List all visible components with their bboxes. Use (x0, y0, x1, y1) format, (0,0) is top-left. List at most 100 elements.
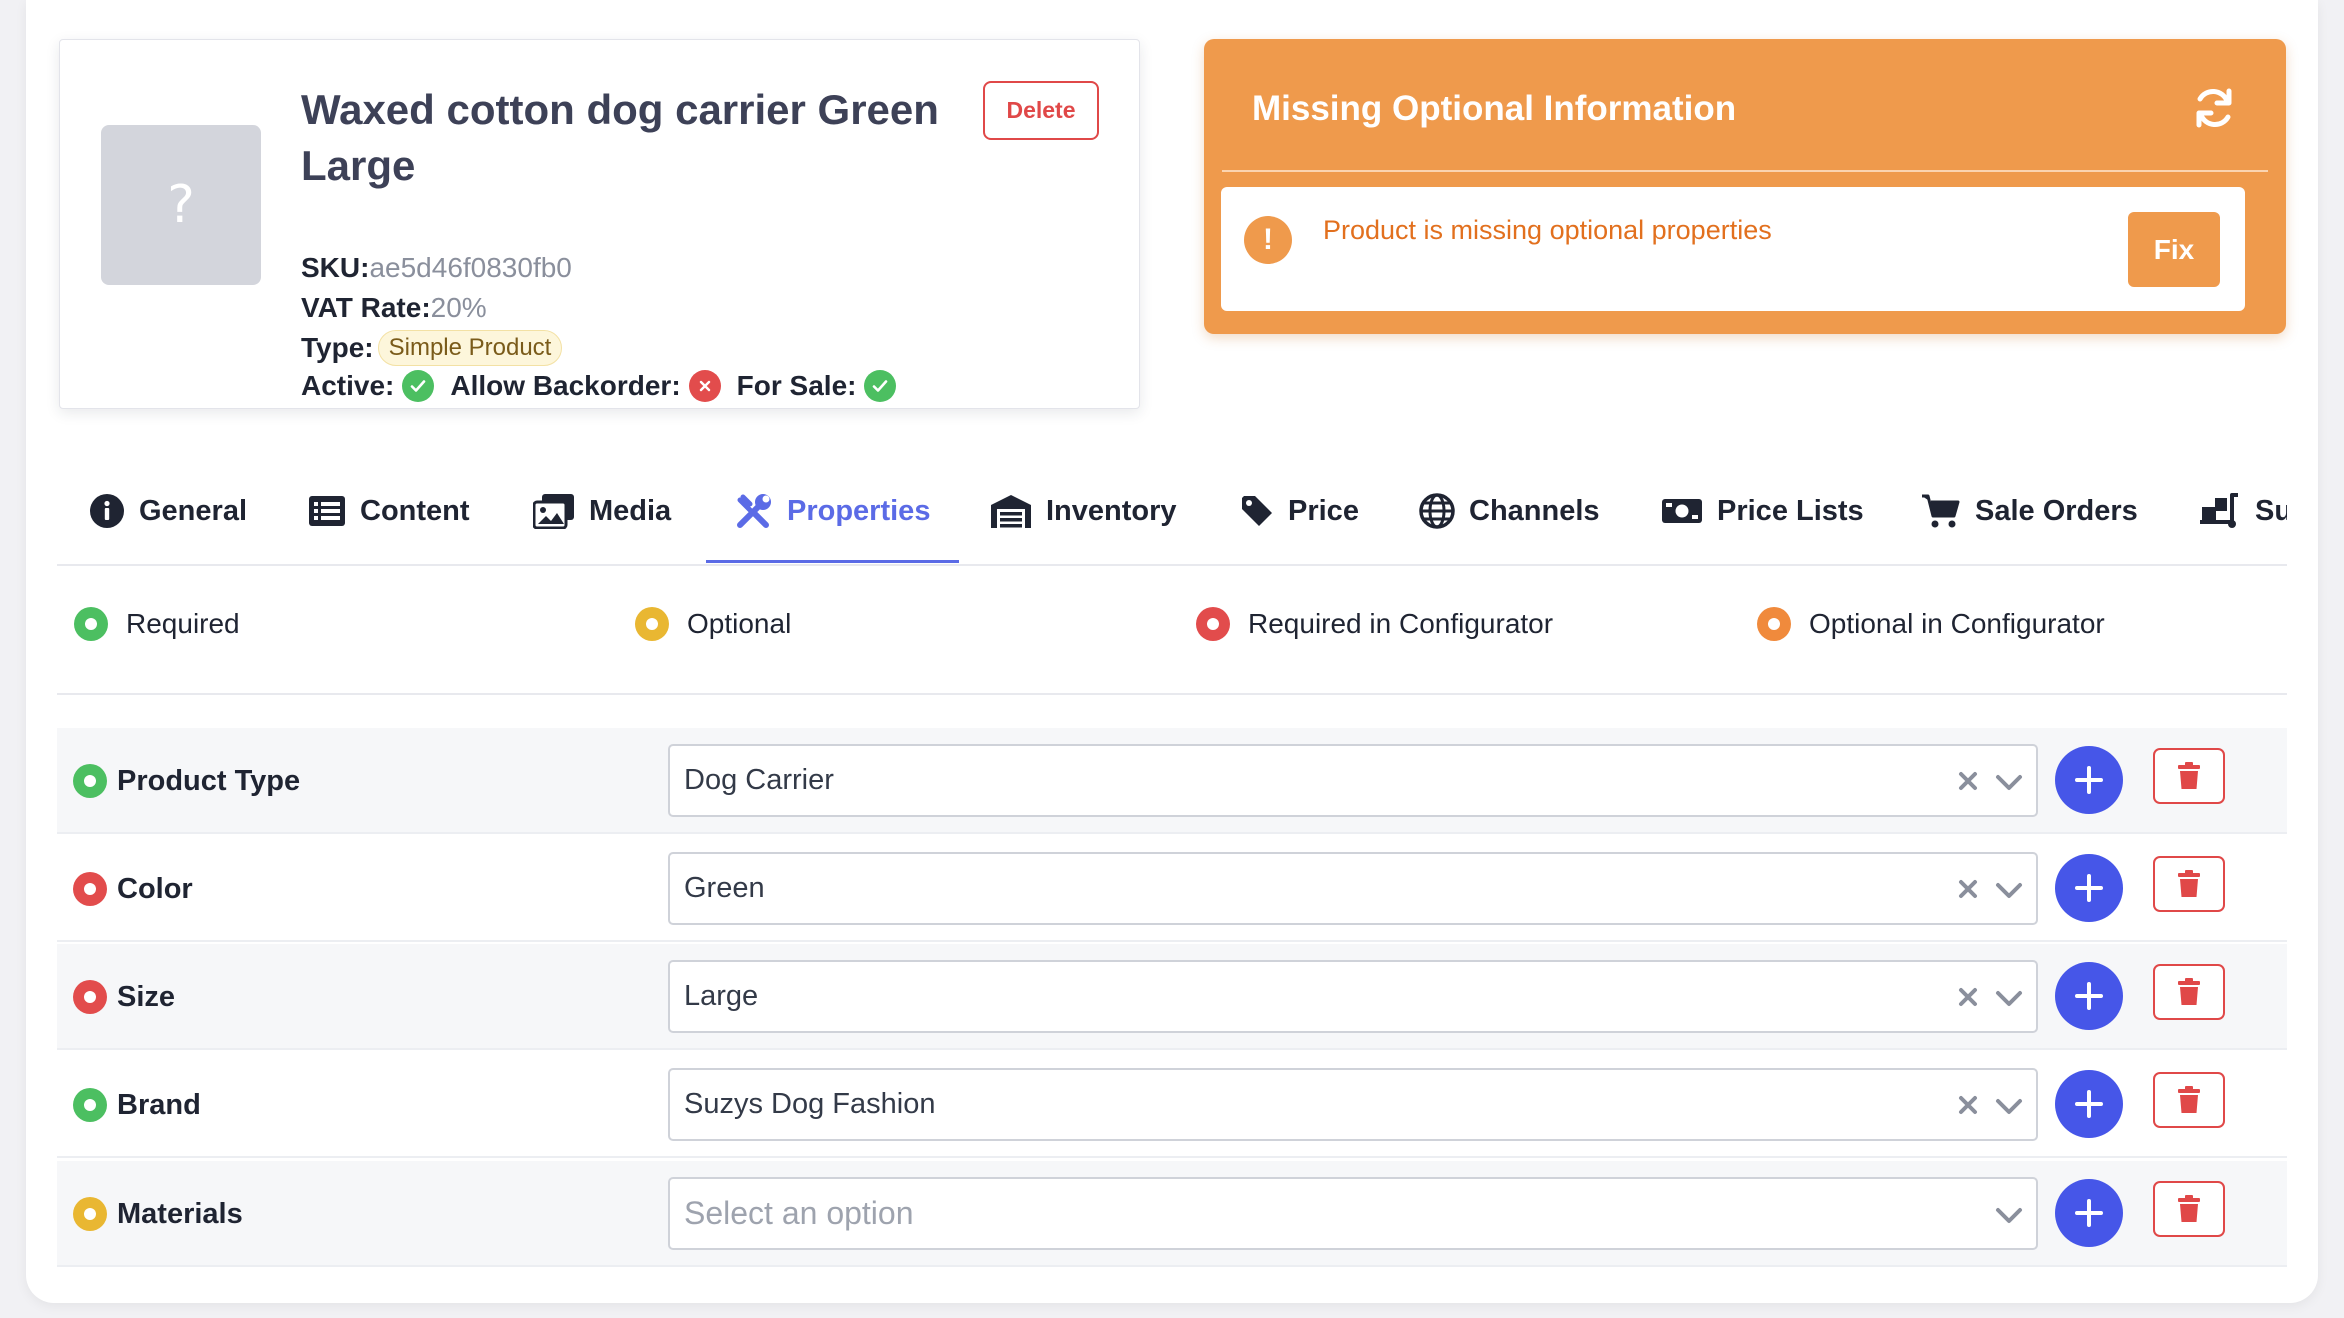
tab-label: Channels (1469, 494, 1600, 527)
color-select[interactable]: Green (668, 852, 2038, 925)
green-dot-icon (73, 764, 107, 798)
trash-icon (2178, 1195, 2200, 1222)
legend-label: Optional in Configurator (1809, 608, 2105, 639)
product-thumbnail-placeholder: ? (101, 125, 261, 285)
brand-select[interactable]: Suzys Dog Fashion (668, 1068, 2038, 1141)
product-summary-card: ? Waxed cotton dog carrier Green Large D… (59, 39, 1140, 409)
globe-icon (1419, 493, 1455, 529)
product-type-select[interactable]: Dog Carrier (668, 744, 2038, 817)
delete-property-button[interactable] (2153, 1181, 2225, 1237)
cart-icon (1922, 494, 1960, 528)
missing-info-panel: Missing Optional Information ! Product i… (1204, 39, 2286, 334)
size-select[interactable]: Large (668, 960, 2038, 1033)
add-value-button[interactable] (2055, 1179, 2123, 1247)
status-flags: Active: Allow Backorder: For Sale: (301, 370, 912, 402)
tab-price[interactable]: Price (1240, 458, 1359, 564)
sku-value: ae5d46f0830fb0 (369, 252, 572, 283)
tab-label: Properties (787, 494, 931, 527)
active-tab-indicator (706, 560, 959, 563)
clear-icon[interactable] (1955, 984, 1981, 1010)
vat-line: VAT Rate: 20% (301, 292, 487, 324)
missing-info-title: Missing Optional Information (1252, 89, 1737, 128)
property-name: Materials (117, 1197, 243, 1230)
property-row-color: Color Green (57, 836, 2287, 942)
property-label: Product Type (73, 728, 300, 834)
property-name: Color (117, 872, 193, 905)
property-label: Brand (73, 1052, 201, 1158)
property-row-product-type: Product Type Dog Carrier (57, 728, 2287, 834)
tab-suppliers[interactable]: Su (2199, 458, 2287, 564)
yellow-dot-icon (73, 1197, 107, 1231)
tab-label: Inventory (1046, 494, 1177, 527)
refresh-icon[interactable] (2189, 83, 2239, 133)
plus-icon (2075, 1090, 2103, 1118)
add-value-button[interactable] (2055, 854, 2123, 922)
property-row-brand: Brand Suzys Dog Fashion (57, 1052, 2287, 1158)
chevron-down-icon[interactable] (1994, 877, 2024, 903)
legend-label: Required in Configurator (1248, 608, 1554, 639)
tab-inventory[interactable]: Inventory (990, 458, 1177, 564)
clear-icon[interactable] (1955, 876, 1981, 902)
add-value-button[interactable] (2055, 1070, 2123, 1138)
delete-property-button[interactable] (2153, 856, 2225, 912)
chevron-down-icon[interactable] (1994, 769, 2024, 795)
property-name: Size (117, 980, 176, 1013)
active-check-icon (402, 370, 435, 402)
add-value-button[interactable] (2055, 962, 2123, 1030)
property-label: Materials (73, 1161, 243, 1267)
type-line: Type: Simple Product (301, 330, 563, 366)
tab-general[interactable]: General (89, 458, 247, 564)
tag-icon (1242, 496, 1272, 526)
tab-label: Price (1288, 494, 1359, 527)
legend-required: Required (74, 607, 240, 641)
trash-icon (2178, 978, 2200, 1005)
legend-optional: Optional (635, 607, 791, 641)
delete-property-button[interactable] (2153, 748, 2225, 804)
vat-value: 20% (430, 292, 487, 323)
chevron-down-icon[interactable] (1994, 1202, 2024, 1228)
tab-media[interactable]: Media (533, 458, 671, 564)
clear-icon[interactable] (1955, 768, 1981, 794)
missing-info-alert: ! Product is missing optional properties… (1221, 187, 2245, 311)
property-row-size: Size Large (57, 944, 2287, 1050)
active-label: Active: (301, 370, 395, 401)
delete-product-button[interactable]: Delete (983, 81, 1099, 140)
tab-label: Su (2255, 494, 2287, 527)
tab-sale-orders[interactable]: Sale Orders (1921, 458, 2138, 564)
trash-icon (2178, 1086, 2200, 1113)
exclamation-icon: ! (1244, 216, 1292, 264)
tab-content[interactable]: Content (308, 458, 470, 564)
for-sale-check-icon (864, 370, 897, 402)
legend-divider (57, 693, 2287, 695)
chevron-down-icon[interactable] (1994, 1093, 2024, 1119)
legend-label: Optional (687, 608, 792, 639)
question-mark-icon: ? (167, 175, 195, 235)
property-label: Size (73, 944, 175, 1050)
chevron-down-icon[interactable] (1994, 985, 2024, 1011)
clear-icon[interactable] (1955, 1092, 1981, 1118)
materials-select[interactable]: Select an option (668, 1177, 2038, 1250)
select-value: Suzys Dog Fashion (684, 1088, 936, 1120)
tab-label: Content (360, 494, 470, 527)
fix-button[interactable]: Fix (2128, 212, 2220, 287)
product-title: Waxed cotton dog carrier Green Large (301, 86, 939, 189)
property-name: Product Type (117, 764, 301, 797)
select-value: Green (684, 872, 765, 904)
delete-property-button[interactable] (2153, 1072, 2225, 1128)
tab-label: Price Lists (1717, 494, 1864, 527)
red-dot-icon (73, 872, 107, 906)
tab-channels[interactable]: Channels (1419, 458, 1600, 564)
for-sale-label: For Sale: (736, 370, 857, 401)
tab-label: Sale Orders (1975, 494, 2138, 527)
tab-price-lists[interactable]: Price Lists (1661, 458, 1864, 564)
tab-properties[interactable]: Properties (735, 458, 930, 564)
panel-divider (1222, 170, 2268, 172)
green-dot-icon (74, 607, 108, 641)
trash-icon (2178, 762, 2200, 789)
select-value: Dog Carrier (684, 764, 834, 796)
add-value-button[interactable] (2055, 746, 2123, 814)
images-icon (533, 494, 574, 529)
delete-property-button[interactable] (2153, 964, 2225, 1020)
property-row-materials: Materials Select an option (57, 1161, 2287, 1267)
orange-dot-icon (1757, 607, 1791, 641)
